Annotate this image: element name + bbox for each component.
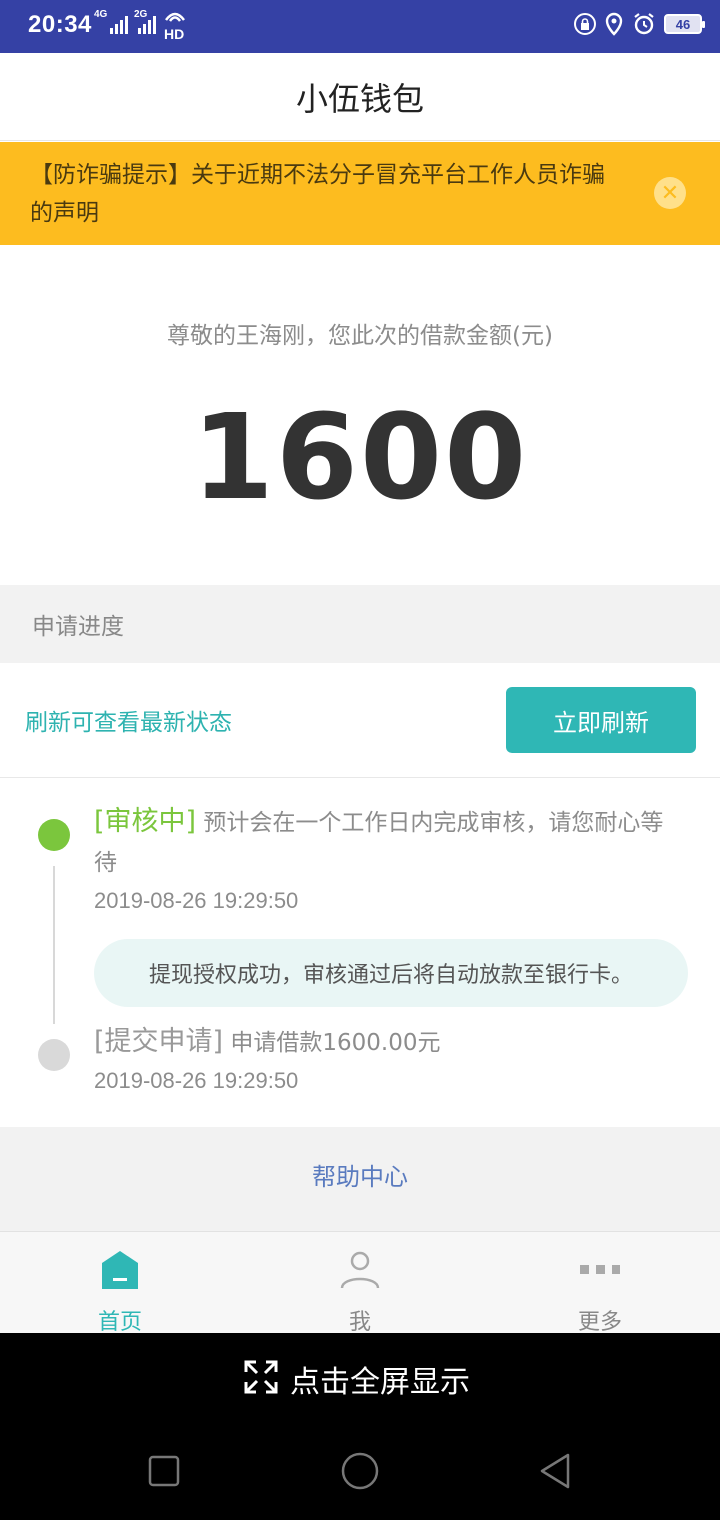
status-icons-right: 46 xyxy=(574,12,705,36)
timeline-step-submitted: [提交申请] 申请借款1600.00元 xyxy=(94,1022,684,1063)
user-icon xyxy=(340,1251,380,1289)
network-type-1: 4G xyxy=(94,9,108,20)
timeline-dot-inactive xyxy=(38,1039,70,1071)
bottom-navigation: 首页 我 更多 xyxy=(0,1231,720,1335)
step-description: 申请借款1600.00元 xyxy=(223,1030,441,1056)
alarm-icon xyxy=(634,13,654,35)
timeline-step-reviewing: [审核中] 预计会在一个工作日内完成审核，请您耐心等待 xyxy=(94,802,684,883)
timeline-connector xyxy=(53,866,55,1024)
close-icon[interactable]: ✕ xyxy=(654,177,686,209)
status-bar: 20:34 4G 2G HD 46 xyxy=(0,0,720,53)
loan-amount-value: 1600 xyxy=(191,388,529,526)
help-center-link[interactable]: 帮助中心 xyxy=(0,1157,720,1192)
step-status-tag: [提交申请] xyxy=(94,1026,224,1057)
hd-call-icon xyxy=(165,12,185,22)
nav-label-home: 首页 xyxy=(97,1310,142,1335)
help-area: 帮助中心 xyxy=(0,1127,720,1231)
page-title: 小伍钱包 xyxy=(295,79,424,118)
step-timestamp: 2019-08-26 19:29:50 xyxy=(94,888,299,913)
progress-section-label: 申请进度 xyxy=(32,614,124,640)
recent-apps-icon[interactable] xyxy=(144,1451,184,1491)
refresh-button[interactable]: 立即刷新 xyxy=(506,687,696,753)
lock-icon xyxy=(574,13,596,35)
loan-amount-label: 尊敬的王海刚，您此次的借款金额(元) xyxy=(167,323,553,349)
step-status-tag: [审核中] xyxy=(94,806,197,837)
refresh-row: 刷新可查看最新状态 立即刷新 xyxy=(0,663,720,778)
battery-icon: 46 xyxy=(664,14,705,34)
nav-item-home[interactable]: 首页 xyxy=(0,1232,240,1335)
nav-label-me: 我 xyxy=(348,1310,371,1335)
back-icon[interactable] xyxy=(536,1451,576,1491)
nav-item-more[interactable]: 更多 xyxy=(480,1232,720,1335)
nav-label-more: 更多 xyxy=(577,1310,622,1335)
progress-section-header: 申请进度 xyxy=(0,585,720,663)
fullscreen-prompt[interactable]: 点击全屏显示 xyxy=(0,1333,720,1423)
nav-item-me[interactable]: 我 xyxy=(240,1232,480,1335)
step-info-bubble: 提现授权成功，审核通过后将自动放款至银行卡。 xyxy=(94,939,688,1007)
system-navigation-bar xyxy=(0,1423,720,1520)
timeline-dot-active xyxy=(38,819,70,851)
signal-strength-2-icon xyxy=(138,14,156,34)
signal-strength-1-icon xyxy=(110,14,128,34)
fullscreen-label: 点击全屏显示 xyxy=(290,1365,470,1400)
refresh-hint: 刷新可查看最新状态 xyxy=(25,710,232,736)
notice-text[interactable]: 【防诈骗提示】关于近期不法分子冒充平台工作人员诈骗的声明 xyxy=(30,156,620,232)
home-button-icon[interactable] xyxy=(340,1451,380,1491)
location-icon xyxy=(605,12,623,36)
status-time: 20:34 xyxy=(28,11,92,38)
more-icon xyxy=(580,1265,620,1274)
app-header: 小伍钱包 xyxy=(0,53,720,141)
expand-icon xyxy=(244,1360,278,1394)
hd-indicator: HD xyxy=(164,26,185,42)
anti-fraud-notice-banner[interactable]: 【防诈骗提示】关于近期不法分子冒充平台工作人员诈骗的声明 xyxy=(0,142,720,245)
step-timestamp: 2019-08-26 19:29:50 xyxy=(94,1068,299,1093)
home-icon xyxy=(102,1251,138,1289)
